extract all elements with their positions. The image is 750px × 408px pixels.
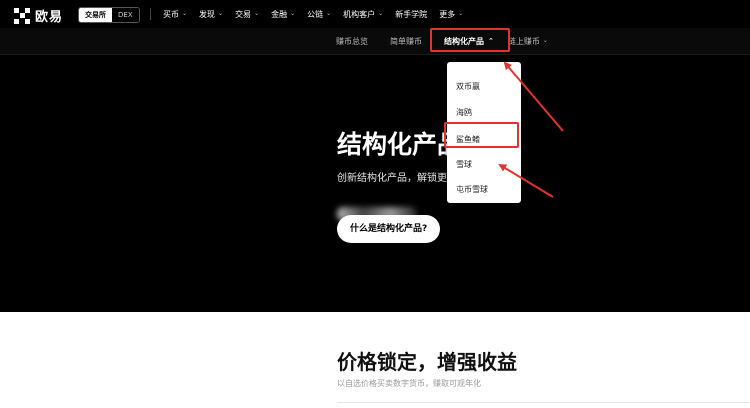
subnav-earn-overview[interactable]: 赚币总览: [336, 36, 368, 47]
page: 欧易 交易所 DEX 买币 ⌄ 发现 ⌄ 交易 ⌄ 金融 ⌄ 公链 ⌄ 机构客户…: [0, 0, 750, 408]
chevron-down-icon: ⌄: [290, 9, 296, 17]
nav-item-label: 发现: [199, 9, 216, 19]
chevron-up-icon: ⌃: [488, 37, 494, 45]
dropdown-item-dual-investment[interactable]: 双币赢: [456, 81, 480, 92]
nav-item-label: 买币: [163, 9, 179, 19]
nav-item-finance[interactable]: 金融 ⌄: [271, 9, 295, 20]
nav-divider: [150, 8, 151, 20]
platform-switcher: 交易所 DEX: [78, 7, 140, 23]
top-nav-bar: 欧易 交易所 DEX 买币 ⌄ 发现 ⌄ 交易 ⌄ 金融 ⌄ 公链 ⌄ 机构客户…: [0, 0, 750, 28]
subnav-simple-earn[interactable]: 简单赚币: [390, 36, 422, 47]
section-divider: [337, 402, 750, 403]
sub-nav: 赚币总览 简单赚币 结构化产品 ⌃ 链上赚币 ⌄: [336, 28, 548, 54]
nav-item-label: 更多: [439, 9, 456, 19]
nav-item-label: 公链: [307, 9, 324, 19]
nav-item-label: 新手学院: [395, 9, 428, 19]
subnav-onchain-earn[interactable]: 链上赚币 ⌄: [508, 36, 548, 47]
subnav-structured-products[interactable]: 结构化产品 ⌃: [444, 36, 494, 47]
hero-title: 结构化产品: [337, 130, 463, 159]
chevron-down-icon: ⌄: [458, 9, 464, 17]
chevron-down-icon: ⌄: [326, 9, 332, 17]
subnav-label: 赚币总览: [336, 36, 368, 46]
main-nav: 买币 ⌄ 发现 ⌄ 交易 ⌄ 金融 ⌄ 公链 ⌄ 机构客户 ⌄ 新手学院 更多 …: [163, 0, 475, 28]
dropdown-item-snowball[interactable]: 雪球: [456, 159, 472, 170]
section-subtitle: 以自选价格买卖数字货币，赚取可观年化: [337, 379, 481, 388]
okx-grid-logo-icon: [14, 7, 30, 24]
brand-logo[interactable]: 欧易: [14, 6, 63, 25]
hero-banner: 结构化产品 创新结构化产品，解锁更 什么是结构化产品?: [0, 55, 750, 312]
chevron-down-icon: ⌄: [542, 36, 548, 44]
nav-item-trade[interactable]: 交易 ⌄: [235, 9, 259, 20]
subnav-label: 链上赚币: [507, 36, 540, 46]
what-is-structured-products-button[interactable]: 什么是结构化产品?: [337, 215, 441, 243]
switcher-dex[interactable]: DEX: [112, 8, 139, 22]
dropdown-item-accumulator-snowball[interactable]: 屯币雪球: [456, 184, 488, 195]
nav-item-label: 机构客户: [343, 9, 376, 19]
nav-item-buy-crypto[interactable]: 买币 ⌄: [163, 9, 187, 20]
chevron-down-icon: ⌄: [378, 9, 384, 17]
chevron-down-icon: ⌄: [182, 9, 188, 17]
nav-item-discover[interactable]: 发现 ⌄: [199, 9, 223, 20]
nav-item-label: 金融: [271, 9, 288, 19]
nav-item-more[interactable]: 更多 ⌄: [439, 9, 463, 20]
subnav-label: 结构化产品: [444, 36, 484, 46]
subnav-label: 简单赚币: [390, 36, 422, 46]
chevron-down-icon: ⌄: [218, 9, 224, 17]
dropdown-item-shark-fin[interactable]: 鲨鱼鳍: [456, 134, 480, 145]
section-title: 价格锁定，增强收益: [337, 350, 517, 374]
nav-item-institutions[interactable]: 机构客户 ⌄: [343, 9, 383, 20]
nav-item-academy[interactable]: 新手学院: [395, 9, 427, 20]
hero-subtitle: 创新结构化产品，解锁更: [337, 173, 447, 184]
brand-name: 欧易: [35, 10, 64, 25]
nav-item-chain[interactable]: 公链 ⌄: [307, 9, 331, 20]
switcher-exchange[interactable]: 交易所: [79, 8, 112, 22]
sub-nav-bar: 赚币总览 简单赚币 结构化产品 ⌃ 链上赚币 ⌄: [0, 28, 750, 55]
chevron-down-icon: ⌄: [254, 9, 260, 17]
nav-item-label: 交易: [235, 9, 252, 19]
dropdown-item-seagull[interactable]: 海鸥: [456, 107, 472, 118]
structured-products-dropdown: 双币赢 海鸥 鲨鱼鳍 雪球 屯币雪球: [447, 62, 521, 203]
